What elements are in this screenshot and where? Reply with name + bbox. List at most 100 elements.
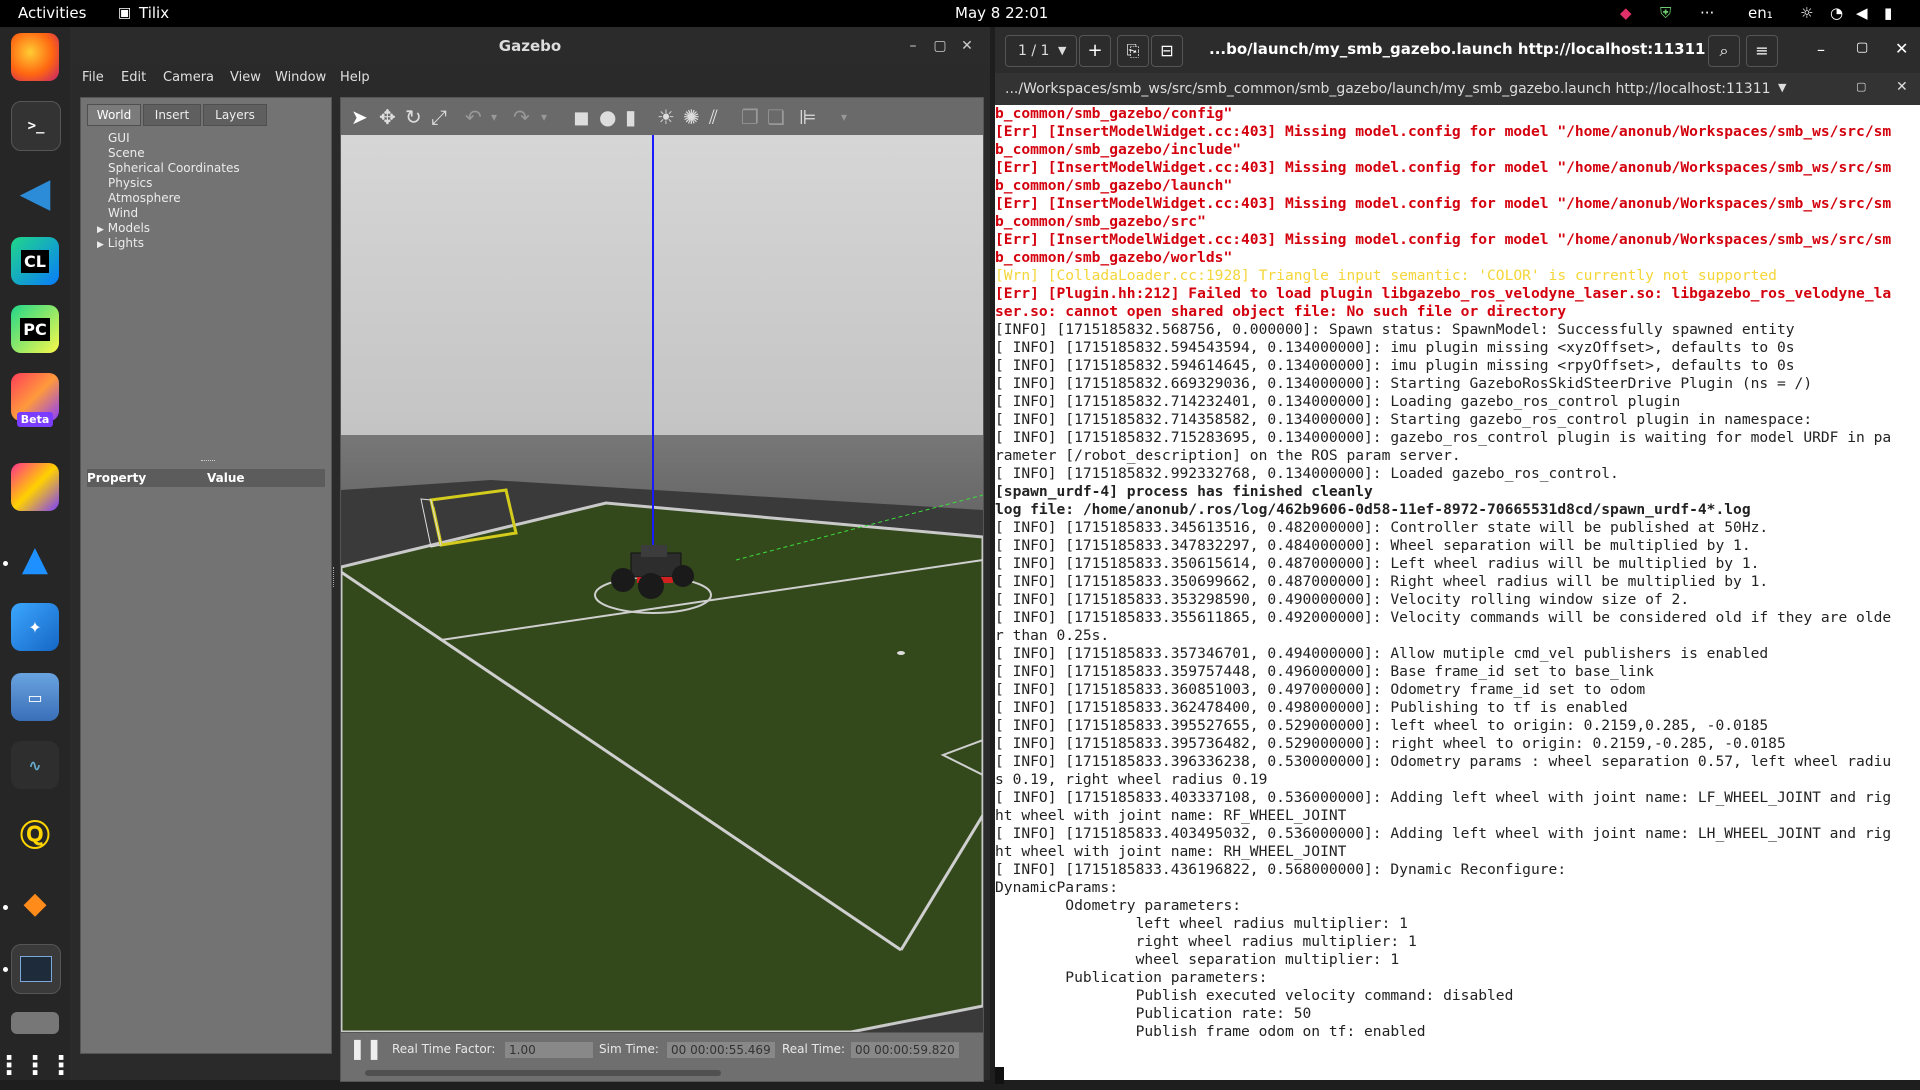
close-icon[interactable]: ✕ — [954, 33, 980, 59]
minimize-icon[interactable]: – — [1817, 40, 1825, 59]
redo-icon[interactable]: ↷ — [513, 105, 530, 129]
language-indicator[interactable]: en₁ — [1748, 0, 1773, 27]
battery-icon[interactable]: ▮ — [1884, 0, 1892, 27]
undo-icon[interactable]: ↶ — [465, 105, 482, 129]
hamburger-menu-icon[interactable]: ≡ — [1746, 35, 1778, 67]
system-monitor-icon[interactable]: ∿ — [11, 741, 59, 789]
add-session-button[interactable]: + — [1079, 35, 1111, 67]
paste-icon[interactable]: ❏ — [767, 105, 785, 129]
tree-item-lights[interactable]: ▶ Lights — [97, 236, 144, 250]
clock[interactable]: May 8 22:01 — [955, 0, 1048, 27]
ide-icon[interactable] — [11, 463, 59, 511]
split-right-icon[interactable]: ⎘ — [1117, 35, 1149, 67]
spot-light-icon[interactable]: ✺ — [683, 105, 700, 129]
clion-icon[interactable]: CL — [11, 237, 59, 285]
3d-viewport[interactable] — [340, 135, 984, 1032]
box-shape-icon[interactable]: ◼ — [573, 105, 590, 129]
session-switcher[interactable]: 1 / 1 ▼ — [1005, 35, 1077, 67]
property-column-header: Property — [87, 471, 147, 485]
tree-item-atmosphere[interactable]: Atmosphere — [108, 191, 181, 205]
active-app-label[interactable]: Tilix — [139, 0, 169, 27]
vscode-icon[interactable]: ◀ — [11, 169, 59, 217]
panel-splitter[interactable] — [333, 567, 338, 587]
qgroundcontrol-icon[interactable]: Ⓠ — [11, 809, 59, 857]
terminal-line: [ INFO] [1715185832.714358582, 0.1340000… — [995, 411, 1813, 428]
close-icon[interactable]: ✕ — [1895, 39, 1908, 58]
volume-icon[interactable]: ◀ — [1856, 0, 1868, 27]
beta-badge: Beta — [16, 412, 54, 427]
tree-item-wind[interactable]: Wind — [108, 206, 138, 220]
tab-insert[interactable]: Insert — [143, 104, 201, 126]
align-icon[interactable]: ⊫ — [799, 105, 816, 129]
activities-button[interactable]: Activities — [18, 0, 86, 27]
splitter-handle[interactable] — [201, 460, 215, 463]
blue-app-icon[interactable]: ▲ — [11, 535, 59, 583]
terminal-line: ht wheel with joint name: RH_WHEEL_JOINT — [995, 843, 1347, 860]
point-light-icon[interactable]: ☀ — [657, 105, 675, 129]
expand-arrow-icon[interactable]: ▶ — [97, 225, 104, 235]
files-icon[interactable]: ▭ — [11, 673, 59, 721]
redo-dropdown-icon[interactable]: ▾ — [541, 105, 547, 129]
pause-icon[interactable]: ❚❚ — [349, 1036, 383, 1060]
app-indicator-icon[interactable]: ◆ — [1620, 0, 1632, 27]
tab-world[interactable]: World — [87, 104, 141, 126]
menu-camera[interactable]: Camera — [163, 70, 214, 85]
terminal-line: b_common/smb_gazebo/worlds" — [995, 249, 1233, 266]
fleet-icon[interactable]: Beta — [11, 373, 59, 427]
running-indicator — [3, 561, 8, 566]
close-terminal-icon[interactable]: ✕ — [1896, 79, 1908, 95]
wifi-icon[interactable]: ◔ — [1830, 0, 1843, 27]
directional-light-icon[interactable]: ⫽ — [709, 105, 718, 129]
maximize-icon[interactable]: ▢ — [1856, 40, 1868, 55]
app-grid-icon[interactable]: ⋮⋮⋮ — [0, 1042, 74, 1090]
rotate-mode-icon[interactable]: ↻ — [405, 105, 422, 129]
scale-mode-icon[interactable]: ⤢ — [431, 105, 447, 129]
pycharm-icon[interactable]: PC — [11, 305, 59, 353]
overflow-indicator[interactable]: ··· — [1700, 0, 1714, 27]
maximize-icon[interactable]: ▢ — [927, 33, 953, 59]
select-mode-icon[interactable]: ➤ — [351, 105, 368, 129]
tree-item-scene[interactable]: Scene — [108, 146, 145, 160]
value-column-header: Value — [207, 471, 245, 485]
menu-window[interactable]: Window — [275, 70, 326, 85]
menu-help[interactable]: Help — [340, 70, 370, 85]
terminal-icon[interactable]: >_ — [11, 101, 61, 151]
firefox-icon[interactable] — [11, 33, 59, 81]
lens-icon[interactable]: ✦ — [11, 603, 59, 651]
chevron-down-icon[interactable]: ▼ — [1778, 81, 1786, 94]
translate-mode-icon[interactable]: ✥ — [379, 105, 396, 129]
tilix-icon[interactable] — [11, 944, 61, 994]
menu-edit[interactable]: Edit — [121, 70, 146, 85]
cylinder-shape-icon[interactable]: ▮ — [625, 105, 636, 129]
brightness-icon[interactable]: ☼ — [1800, 0, 1813, 27]
menu-view[interactable]: View — [230, 70, 261, 85]
tab-layers[interactable]: Layers — [203, 104, 267, 126]
expand-arrow-icon[interactable]: ▶ — [97, 240, 104, 250]
toolbar-overflow-icon[interactable]: ▾ — [841, 105, 847, 129]
terminal-path-title[interactable]: .../Workspaces/smb_ws/src/smb_common/smb… — [1005, 81, 1771, 97]
horizontal-scrollbar[interactable] — [365, 1070, 721, 1076]
shield-icon[interactable]: ⛨ — [1660, 0, 1671, 27]
disk-icon[interactable] — [11, 1012, 59, 1034]
tree-item-gui[interactable]: GUI — [108, 131, 130, 145]
blender-icon[interactable]: ◆ — [11, 879, 59, 927]
terminal-line: [ INFO] [1715185833.350699662, 0.4870000… — [995, 573, 1769, 590]
tree-item-spherical-coordinates[interactable]: Spherical Coordinates — [108, 161, 240, 175]
menu-file[interactable]: File — [82, 70, 104, 85]
undo-dropdown-icon[interactable]: ▾ — [491, 105, 497, 129]
property-header: Property Value — [87, 469, 325, 487]
minimize-icon[interactable]: – — [900, 33, 926, 59]
tree-item-models[interactable]: ▶ Models — [97, 221, 150, 235]
search-icon[interactable]: ⌕ — [1708, 35, 1740, 67]
copy-icon[interactable]: ❐ — [741, 105, 759, 129]
sphere-shape-icon[interactable]: ● — [599, 105, 616, 129]
maximize-terminal-icon[interactable]: ▢ — [1856, 80, 1866, 93]
terminal-line: Publish frame odom on tf: enabled — [995, 1023, 1426, 1040]
tree-item-label: Lights — [107, 236, 144, 250]
terminal-output[interactable]: b_common/smb_gazebo/config" [Err] [Insert… — [995, 105, 1920, 1080]
scene-render[interactable] — [341, 135, 983, 1032]
gazebo-title-bar[interactable]: Gazebo — [70, 27, 990, 65]
tree-item-physics[interactable]: Physics — [108, 176, 152, 190]
split-down-icon[interactable]: ⊟ — [1151, 35, 1183, 67]
rtf-value: 1.00 — [505, 1042, 593, 1058]
